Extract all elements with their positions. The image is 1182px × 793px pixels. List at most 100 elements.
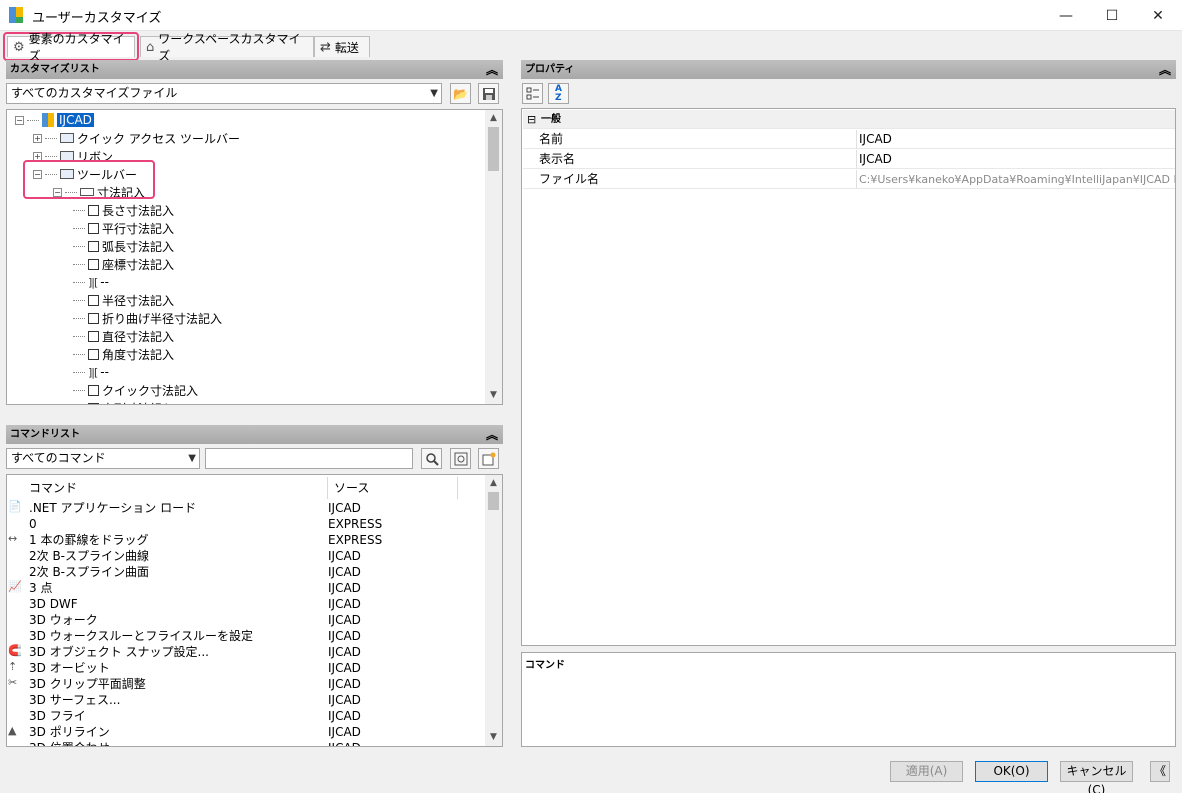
- scroll-up-icon[interactable]: ▲: [485, 110, 502, 127]
- tree-item[interactable]: + クイック アクセス ツールバー: [33, 129, 240, 147]
- command-row[interactable]: 0 EXPRESS: [7, 516, 485, 532]
- tree-item[interactable]: 半径寸法記入: [73, 291, 174, 309]
- scroll-up-icon[interactable]: ▲: [485, 475, 502, 492]
- command-row[interactable]: ⇡ 3D オービット IJCAD: [7, 660, 485, 676]
- command-row[interactable]: 3D サーフェス... IJCAD: [7, 692, 485, 708]
- command-icon: 🧲: [8, 644, 22, 657]
- tree-item[interactable]: 折り曲げ半径寸法記入: [73, 309, 222, 327]
- tree-item[interactable]: 座標寸法記入: [73, 255, 174, 273]
- tab-workspace-customize[interactable]: ⌂ ワークスペースカスタマイズ: [140, 32, 314, 63]
- command-row[interactable]: 3D DWF IJCAD: [7, 596, 485, 612]
- minimize-button[interactable]: —: [1043, 0, 1089, 31]
- tab-transfer[interactable]: ⇄ 転送: [314, 36, 370, 57]
- command-icon: ✂: [8, 676, 18, 689]
- command-source: EXPRESS: [328, 533, 383, 547]
- command-row[interactable]: ▲ 3D ポリライン IJCAD: [7, 724, 485, 740]
- tree-item-label: 半径寸法記入: [102, 293, 175, 308]
- customize-file-select[interactable]: すべてのカスタマイズファイル ▼: [6, 83, 442, 104]
- column-header-source[interactable]: ソース: [328, 477, 458, 499]
- collapse-pane-button[interactable]: 《: [1150, 761, 1170, 782]
- tree-item[interactable]: クイック寸法記入: [73, 381, 198, 399]
- command-row[interactable]: 🧲 3D オブジェクト スナップ設定... IJCAD: [7, 644, 485, 660]
- tree-connector: [45, 137, 57, 139]
- command-name: 3D 位置合わせ: [29, 740, 110, 746]
- column-header-command[interactable]: コマンド: [23, 477, 328, 499]
- command-search-input[interactable]: [205, 448, 413, 469]
- filter-command-button[interactable]: [450, 448, 471, 469]
- command-icon: ▲: [8, 724, 17, 737]
- collapse-chevron-icon[interactable]: ︽: [1159, 61, 1171, 80]
- search-button[interactable]: [421, 448, 442, 469]
- scroll-down-icon[interactable]: ▼: [485, 729, 502, 746]
- app-icon: [9, 7, 23, 23]
- tab-label: 転送: [334, 40, 359, 55]
- command-row[interactable]: 3D ウォーク IJCAD: [7, 612, 485, 628]
- command-name: 0: [29, 517, 37, 531]
- properties-grid[interactable]: ⊟ 一般 名前 IJCAD 表示名 IJCAD ファイル名 C:¥Users¥kaneko…: [521, 108, 1176, 646]
- tree-item-label: 角度寸法記入: [102, 347, 175, 362]
- categorized-view-button[interactable]: [522, 83, 543, 104]
- tree-item[interactable]: 長さ寸法記入: [73, 201, 174, 219]
- tree-separator[interactable]: ]|[--: [73, 363, 109, 381]
- customize-tree[interactable]: − IJCAD + クイック アクセス ツールバー + リボン − ツールバー − 寸法記入 長さ寸…: [6, 109, 503, 405]
- property-value[interactable]: IJCAD: [856, 130, 1175, 149]
- tree-item[interactable]: 直径寸法記入: [73, 327, 174, 345]
- open-file-button[interactable]: 📂: [450, 83, 471, 104]
- scroll-down-icon[interactable]: ▼: [485, 387, 502, 404]
- command-row[interactable]: 3D フライ IJCAD: [7, 708, 485, 724]
- command-row[interactable]: ✂ 3D クリップ平面調整 IJCAD: [7, 676, 485, 692]
- property-key: 表示名: [539, 152, 576, 166]
- tree-connector: [73, 245, 85, 247]
- collapse-icon[interactable]: −: [15, 115, 24, 125]
- property-row[interactable]: 名前 IJCAD: [523, 130, 1175, 149]
- collapse-chevron-icon[interactable]: ︽: [486, 426, 498, 445]
- tab-element-customize[interactable]: ⚙ 要素のカスタマイズ: [7, 32, 135, 63]
- command-row[interactable]: 3D ウォークスルーとフライスルーを設定 IJCAD: [7, 628, 485, 644]
- tree-separator[interactable]: ]|[--: [73, 273, 109, 291]
- apply-button[interactable]: 適用(A): [890, 761, 963, 782]
- property-value[interactable]: IJCAD: [856, 150, 1175, 169]
- command-list-header[interactable]: コマンドリスト ︽: [6, 425, 503, 444]
- command-list-scrollbar[interactable]: ▲ ▼: [485, 475, 502, 746]
- customize-list-header[interactable]: カスタマイズリスト ︽: [6, 60, 503, 79]
- collapse-chevron-icon[interactable]: ︽: [486, 61, 498, 80]
- ok-button[interactable]: OK(O): [975, 761, 1048, 782]
- search-icon: [425, 452, 439, 466]
- sort-az-button[interactable]: AZ: [548, 83, 569, 104]
- maximize-button[interactable]: ☐: [1089, 0, 1135, 31]
- tree-item[interactable]: 角度寸法記入: [73, 345, 174, 363]
- tree-item-label: --: [100, 365, 109, 379]
- command-filter-select[interactable]: すべてのコマンド ▼: [6, 448, 200, 469]
- new-command-button[interactable]: [478, 448, 499, 469]
- cancel-button[interactable]: キャンセル(C): [1060, 761, 1133, 793]
- command-row[interactable]: 2次 B-スプライン曲面 IJCAD: [7, 564, 485, 580]
- property-row[interactable]: ファイル名 C:¥Users¥kaneko¥AppData¥Roaming¥Int…: [523, 170, 1175, 189]
- property-value[interactable]: C:¥Users¥kaneko¥AppData¥Roaming¥IntelliJ…: [856, 170, 1175, 189]
- tree-connector: [45, 155, 57, 157]
- tree-item[interactable]: 直列寸法記入: [73, 399, 174, 404]
- command-name: 3D ウォークスルーとフライスルーを設定: [29, 629, 253, 643]
- save-file-button[interactable]: [478, 83, 499, 104]
- properties-header[interactable]: プロパティ ︽: [521, 60, 1176, 79]
- tree-item[interactable]: − IJCAD: [15, 111, 94, 129]
- tree-scrollbar[interactable]: ▲ ▼: [485, 110, 502, 404]
- tree-item[interactable]: 平行寸法記入: [73, 219, 174, 237]
- command-source: IJCAD: [328, 661, 361, 675]
- command-row[interactable]: 3D 位置合わせ IJCAD: [7, 740, 485, 746]
- scroll-thumb[interactable]: [488, 127, 499, 171]
- close-button[interactable]: ✕: [1135, 0, 1181, 31]
- scroll-thumb[interactable]: [488, 492, 499, 510]
- property-group[interactable]: ⊟ 一般: [523, 110, 1175, 129]
- command-row[interactable]: 📄 .NET アプリケーション ロード IJCAD: [7, 500, 485, 516]
- command-row[interactable]: 2次 B-スプライン曲線 IJCAD: [7, 548, 485, 564]
- command-row[interactable]: 📈 3 点 IJCAD: [7, 580, 485, 596]
- command-source: IJCAD: [328, 613, 361, 627]
- command-row[interactable]: ↔ 1 本の罫線をドラッグ EXPRESS: [7, 532, 485, 548]
- property-row[interactable]: 表示名 IJCAD: [523, 150, 1175, 169]
- command-list[interactable]: コマンド ソース 📄 .NET アプリケーション ロード IJCAD 0 EXPRESS…: [6, 474, 503, 747]
- collapse-group-icon[interactable]: ⊟: [527, 110, 536, 129]
- command-source: IJCAD: [328, 709, 361, 723]
- expand-icon[interactable]: +: [33, 133, 42, 143]
- command-source: IJCAD: [328, 629, 361, 643]
- tree-item[interactable]: 弧長寸法記入: [73, 237, 174, 255]
